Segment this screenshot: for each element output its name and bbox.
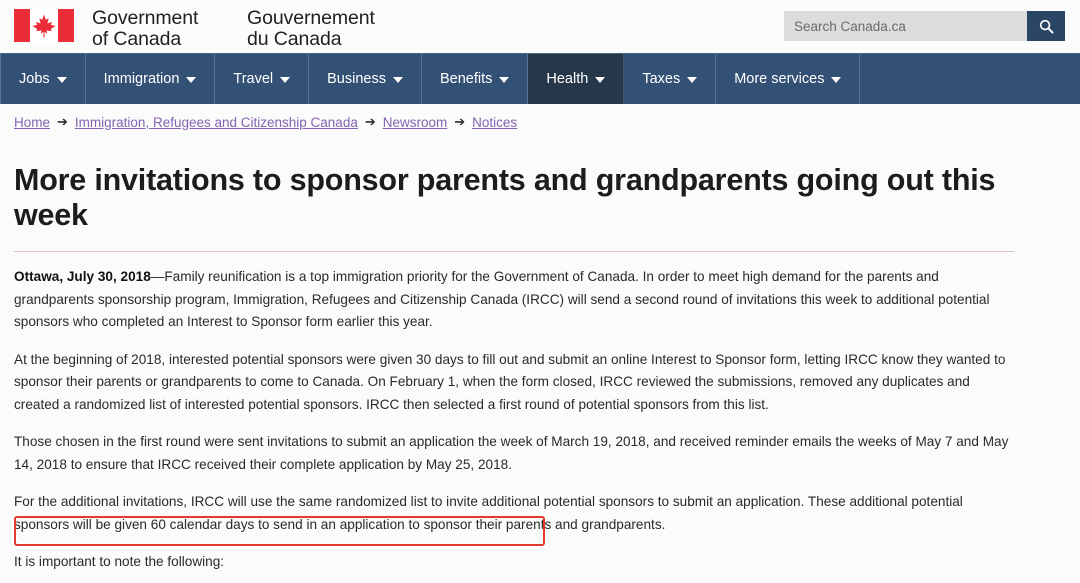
chevron-down-icon [595, 77, 606, 83]
breadcrumb-separator-icon: ➔ [57, 114, 68, 129]
chevron-down-icon [280, 77, 291, 83]
chevron-down-icon [392, 77, 403, 83]
nav-item-business[interactable]: Business [309, 54, 422, 104]
wordmark-english: Government of Canada [92, 7, 199, 50]
main-content: More invitations to sponsor parents and … [0, 163, 1080, 583]
article-paragraph-text: —Family reunification is a top immigrati… [14, 269, 990, 329]
nav-item-immigration[interactable]: Immigration [85, 54, 216, 104]
chevron-down-icon [186, 77, 197, 83]
main-navigation: Jobs Immigration Travel Business Benefit… [0, 53, 1080, 104]
nav-label: Health [546, 71, 589, 87]
breadcrumb-item-newsroom[interactable]: Newsroom [383, 115, 448, 130]
chevron-down-icon [56, 77, 67, 83]
site-search [784, 11, 1065, 41]
nav-filler [860, 54, 1080, 104]
nav-label: More services [734, 71, 825, 87]
page-title: More invitations to sponsor parents and … [14, 163, 996, 232]
site-header: Government of Canada Gouvernement du Can… [0, 0, 1080, 53]
search-icon [1039, 19, 1054, 34]
nav-item-travel[interactable]: Travel [215, 54, 310, 104]
nav-item-benefits[interactable]: Benefits [421, 54, 529, 104]
flag-band-right [58, 9, 74, 42]
article-dateline: Ottawa, July 30, 2018 [14, 269, 151, 284]
breadcrumb-item-home[interactable]: Home [14, 115, 50, 130]
wordmark-french: Gouvernement du Canada [247, 7, 375, 50]
breadcrumb-item-notices[interactable]: Notices [472, 115, 517, 130]
nav-label: Business [327, 71, 386, 87]
article-paragraph-1: Ottawa, July 30, 2018—Family reunificati… [14, 266, 1014, 334]
nav-label: Taxes [642, 71, 681, 87]
wordmark-group: Government of Canada Gouvernement du Can… [92, 7, 407, 50]
search-input[interactable] [784, 11, 1027, 41]
maple-leaf-icon [32, 14, 56, 37]
nav-item-jobs[interactable]: Jobs [0, 54, 86, 104]
chevron-down-icon [687, 77, 698, 83]
nav-item-more-services[interactable]: More services [716, 54, 861, 104]
article-paragraph-4: For the additional invitations, IRCC wil… [14, 494, 963, 532]
canada-flag-icon [14, 9, 74, 42]
breadcrumb-item-ircc[interactable]: Immigration, Refugees and Citizenship Ca… [75, 115, 358, 130]
breadcrumb-separator-icon: ➔ [364, 114, 376, 129]
nav-label: Immigration [103, 71, 180, 87]
nav-item-health[interactable]: Health [528, 54, 625, 104]
brand-block: Government of Canada Gouvernement du Can… [0, 4, 407, 50]
breadcrumb-separator-icon: ➔ [454, 114, 466, 129]
search-button[interactable] [1027, 11, 1065, 41]
chevron-down-icon [831, 77, 842, 83]
article-paragraph-3: Those chosen in the first round were sen… [14, 434, 1009, 472]
flag-band-left [14, 9, 30, 42]
nav-item-taxes[interactable]: Taxes [624, 54, 717, 104]
page-root: Government of Canada Gouvernement du Can… [0, 0, 1080, 583]
nav-label: Jobs [19, 71, 50, 87]
nav-label: Travel [233, 71, 274, 87]
nav-label: Benefits [439, 71, 493, 87]
article-paragraph-2: At the beginning of 2018, interested pot… [14, 351, 1006, 412]
chevron-down-icon [499, 77, 510, 83]
list-lead-in: It is important to note the following: [14, 554, 225, 569]
breadcrumb: Home ➔ Immigration, Refugees and Citizen… [0, 104, 1080, 138]
title-divider [14, 251, 1014, 252]
